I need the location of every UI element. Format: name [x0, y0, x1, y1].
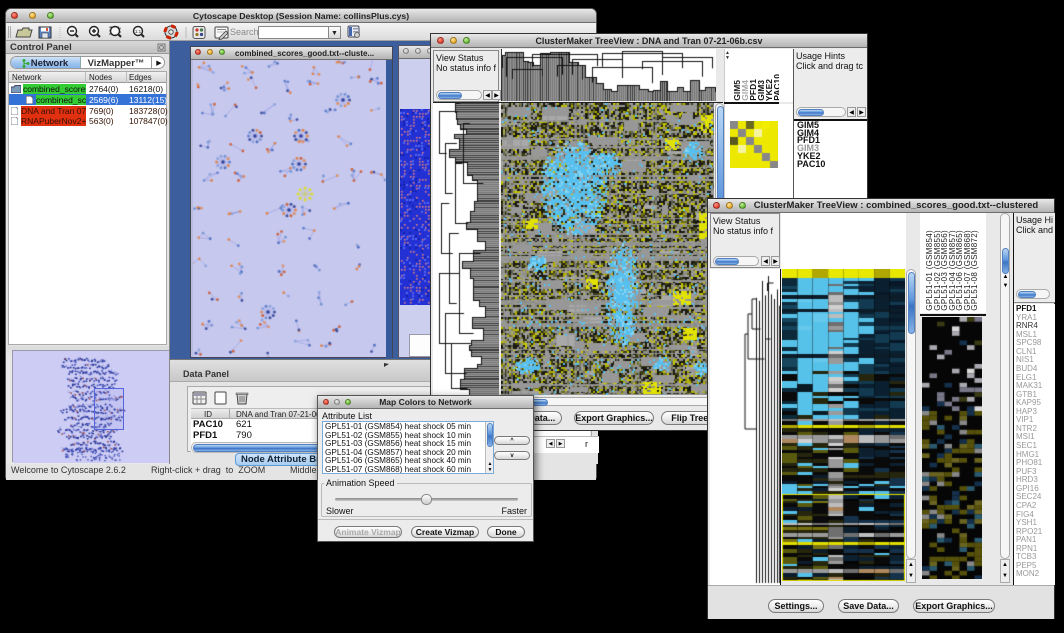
- svg-text:1:1: 1:1: [135, 29, 142, 34]
